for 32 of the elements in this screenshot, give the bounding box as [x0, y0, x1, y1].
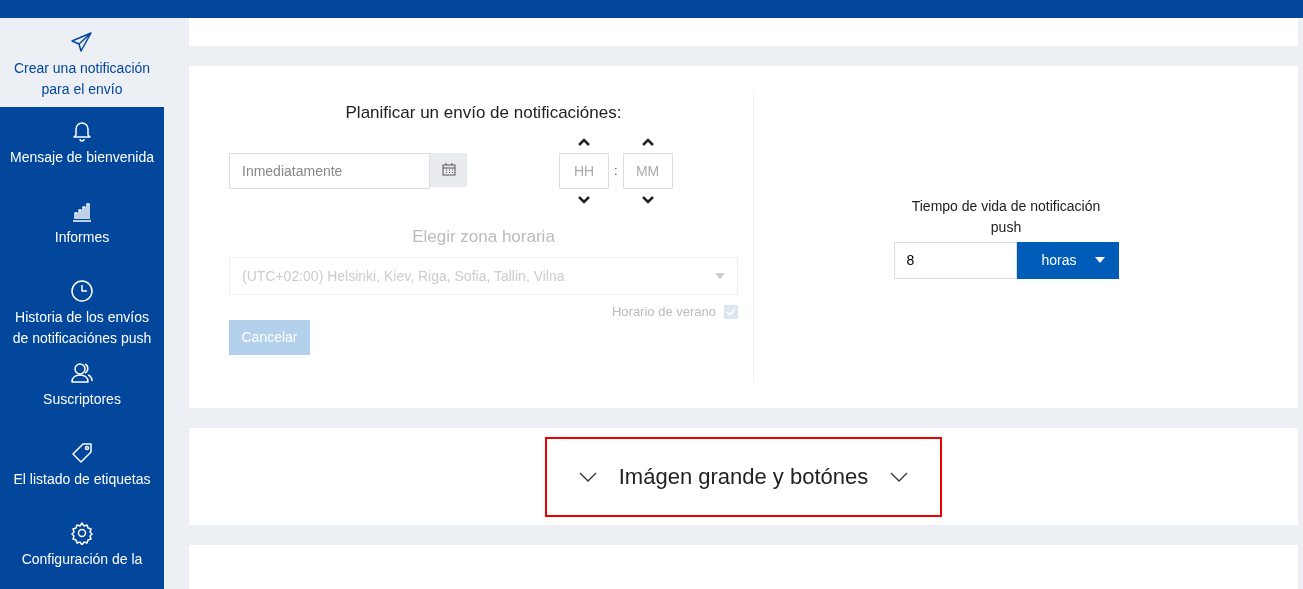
clock-icon: [70, 279, 94, 303]
timezone-label: Elegir zona horaria: [411, 225, 556, 248]
dropdown-arrow-icon: [1094, 257, 1105, 263]
minute-field[interactable]: MM: [622, 152, 673, 189]
sidebar-item[interactable]: Crear una notificación para el envío: [0, 18, 164, 107]
unit-dropdown[interactable]: horas: [1016, 241, 1119, 279]
date-field[interactable]: Inmediatamente: [229, 152, 430, 189]
chevron-down-icon: [577, 194, 591, 204]
chevron-down-icon: [578, 471, 597, 482]
daylight-checkbox[interactable]: [724, 304, 738, 319]
schedule-title: Planificar un envío de notificaciónes:: [344, 102, 623, 124]
time-separator: :: [614, 161, 618, 180]
hour-down-button[interactable]: [577, 194, 591, 204]
tag-icon: [70, 441, 94, 465]
calendar-icon: [441, 163, 456, 176]
chevron-down-icon: [640, 194, 655, 204]
lifetime-label: Tiempo de vida de notificación push: [910, 196, 1102, 237]
chevron-up-icon: [577, 137, 591, 147]
chevron-down-icon: [890, 471, 909, 482]
dropdown-arrow-icon: [715, 273, 725, 279]
paper-plane-icon: [70, 30, 94, 54]
settings-icon: [70, 521, 94, 545]
lifetime-field[interactable]: 8: [893, 241, 1017, 279]
calendar-button[interactable]: [430, 152, 467, 187]
daylight-label: Horario de verano: [611, 303, 716, 321]
hour-field[interactable]: HH: [559, 152, 609, 189]
users-icon: [70, 361, 94, 385]
hour-up-button[interactable]: [577, 137, 591, 147]
minute-down-button[interactable]: [640, 194, 655, 204]
section-toggle[interactable]: Imágen grande y botónes: [545, 436, 942, 517]
minute-up-button[interactable]: [640, 137, 655, 147]
chevron-up-icon: [640, 137, 655, 147]
